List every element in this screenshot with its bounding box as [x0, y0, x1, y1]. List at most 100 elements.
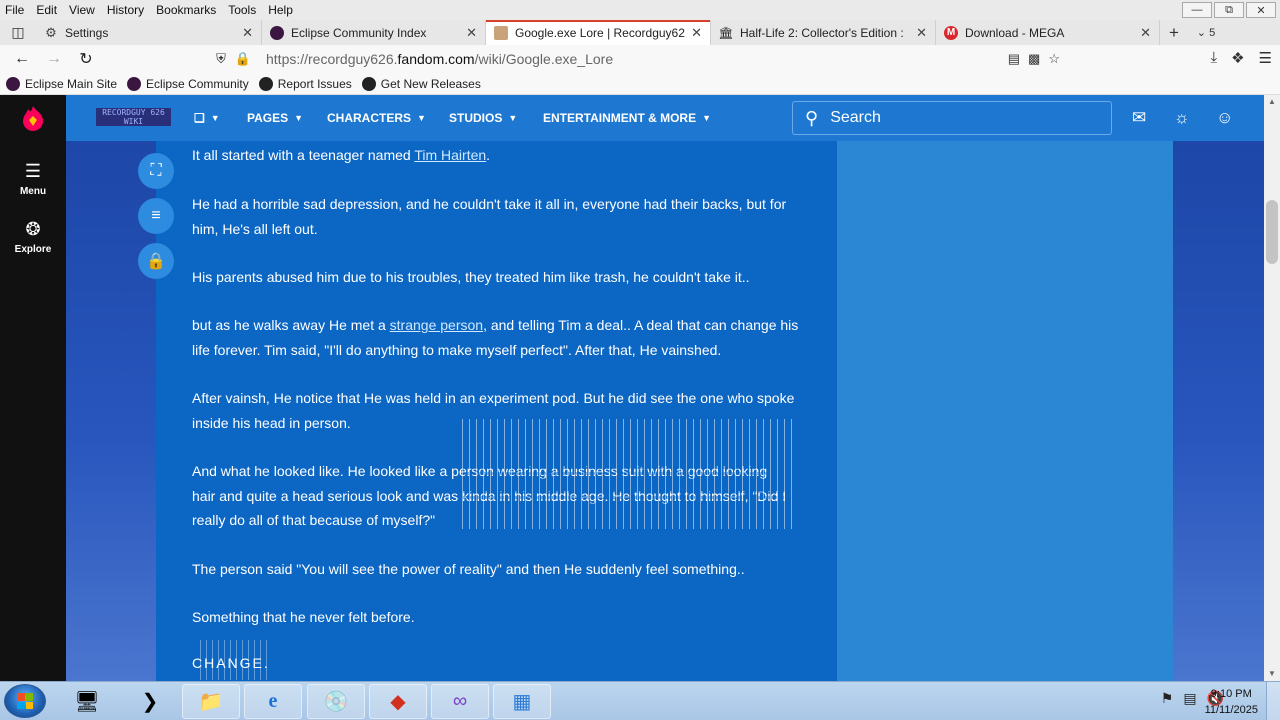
app-grid-icon[interactable]: ▦	[493, 684, 551, 719]
reload-button[interactable]: ↻	[70, 45, 102, 73]
wiki-search-input[interactable]: ⚲ Search	[792, 101, 1112, 135]
fandom-page-icon	[494, 25, 508, 40]
close-window-button[interactable]: ✕	[1246, 2, 1276, 18]
nav-entertainment[interactable]: ENTERTAINMENT & MORE ▼	[543, 95, 711, 141]
tab-settings[interactable]: ⚙ Settings ✕	[36, 20, 262, 45]
archive-icon: 🏛	[718, 25, 734, 40]
windows-taskbar: 🖥 ❯ 📁 e 💿 ◆ ∞ ▦ ⚑ ▤ 🔇 9:10 PM 11/11/2025	[0, 681, 1280, 720]
new-tab-button[interactable]: +	[1160, 23, 1188, 43]
menu-bookmarks[interactable]: Bookmarks	[155, 3, 217, 17]
tab-half-life-2[interactable]: 🏛 Half-Life 2: Collector's Edition : ✕	[711, 20, 936, 45]
nav-studios[interactable]: STUDIOS ▼	[449, 95, 517, 141]
minimize-button[interactable]: —	[1182, 2, 1212, 18]
tab-eclipse-community-index[interactable]: Eclipse Community Index ✕	[262, 20, 486, 45]
hamburger-icon: ☰	[24, 161, 42, 181]
taskbar-clock[interactable]: 9:10 PM 11/11/2025	[1205, 686, 1258, 718]
tab-mega-download[interactable]: M Download - MEGA ✕	[936, 20, 1160, 45]
server-manager-icon[interactable]: 🖥	[58, 684, 116, 719]
app-red-icon[interactable]: ◆	[369, 684, 427, 719]
page-scrollbar[interactable]: ▲ ▼	[1264, 95, 1280, 681]
downloads-icon[interactable]: ⤓	[1210, 49, 1217, 67]
pocket-icon[interactable]: ▩	[1028, 51, 1040, 67]
close-tab-icon[interactable]: ✕	[916, 25, 927, 41]
forward-button[interactable]: →	[38, 45, 70, 73]
start-button[interactable]	[4, 684, 46, 718]
bookmark-eclipse-community[interactable]: Eclipse Community	[127, 76, 249, 91]
chevron-down-icon: ▼	[210, 113, 220, 123]
shield-icon[interactable]: ⛨	[212, 50, 230, 68]
menu-tools[interactable]: Tools	[227, 3, 257, 17]
visual-studio-icon[interactable]: ∞	[431, 684, 489, 719]
scrollbar-thumb[interactable]	[1266, 200, 1278, 264]
wiki-home-menu[interactable]: ❏ ▼	[194, 95, 220, 141]
bookmark-label: Eclipse Main Site	[25, 76, 118, 91]
link-tim-hairten[interactable]: Tim Hairten	[414, 147, 486, 163]
mega-icon: M	[944, 25, 958, 40]
eclipse-icon	[6, 76, 20, 91]
close-tab-icon[interactable]: ✕	[466, 25, 477, 41]
text: It all started with a teenager named	[192, 147, 415, 163]
navigation-bar: ← → ↻ ⛨ 🔒 https://recordguy626.fandom.co…	[0, 45, 1280, 73]
tab-overview-icon[interactable]: ◫	[0, 20, 36, 45]
bookmark-label: Eclipse Community	[146, 76, 249, 91]
user-account-icon[interactable]: ☺	[1216, 108, 1233, 128]
table-of-contents-icon[interactable]: ≡	[138, 198, 174, 234]
tab-google-exe-lore[interactable]: Google.exe Lore | Recordguy626 ✕	[486, 20, 711, 45]
tab-title: Eclipse Community Index	[291, 25, 427, 40]
menu-help[interactable]: Help	[267, 3, 294, 17]
menu-file[interactable]: File	[4, 3, 25, 17]
url-bar[interactable]: ⛨ 🔒 https://recordguy626.fandom.com/wiki…	[212, 47, 1068, 71]
restore-button[interactable]: ⧉	[1214, 2, 1244, 18]
github-icon	[258, 76, 273, 91]
paragraph: Something that he never felt before.	[192, 609, 415, 625]
internet-explorer-icon[interactable]: e	[244, 684, 302, 719]
menu-edit[interactable]: Edit	[35, 3, 58, 17]
tab-list-button[interactable]: ⌄ 5	[1188, 26, 1224, 39]
discussions-icon[interactable]: ✉	[1132, 108, 1146, 128]
rail-explore-button[interactable]: ❂ Explore	[0, 219, 66, 255]
media-player-icon[interactable]: 💿	[307, 684, 365, 719]
bookmarks-toolbar: Eclipse Main Site Eclipse Community Repo…	[0, 73, 1280, 95]
bookmark-eclipse-main-site[interactable]: Eclipse Main Site	[6, 76, 118, 91]
menu-view[interactable]: View	[68, 3, 96, 17]
windows-logo-icon	[17, 693, 33, 709]
tab-count: 5	[1209, 27, 1216, 39]
close-tab-icon[interactable]: ✕	[242, 25, 253, 41]
clock-date: 11/11/2025	[1204, 704, 1258, 716]
scroll-down-icon[interactable]: ▼	[1264, 667, 1280, 681]
close-tab-icon[interactable]: ✕	[691, 25, 702, 41]
expand-icon[interactable]: ⛶	[138, 153, 174, 189]
back-button[interactable]: ←	[6, 45, 38, 73]
bookmark-report-issues[interactable]: Report Issues	[258, 76, 352, 91]
nav-characters[interactable]: CHARACTERS ▼	[327, 95, 426, 141]
lock-icon[interactable]: 🔒	[234, 50, 252, 68]
action-center-flag-icon[interactable]: ⚑	[1161, 690, 1174, 707]
file-explorer-icon[interactable]: 📁	[182, 684, 240, 719]
bookmark-get-new-releases[interactable]: Get New Releases	[361, 76, 481, 91]
link-strange-person[interactable]: strange person	[390, 317, 483, 333]
menu-bar: File Edit View History Bookmarks Tools H…	[0, 0, 1280, 20]
wiki-logo[interactable]: RECORDGUY 626 WIKI	[96, 108, 171, 126]
scroll-up-icon[interactable]: ▲	[1264, 95, 1280, 109]
nav-pages[interactable]: PAGES ▼	[247, 95, 303, 141]
eclipse-icon	[127, 76, 142, 91]
url-text[interactable]: https://recordguy626.fandom.com/wiki/Goo…	[266, 51, 613, 67]
bookmark-label: Report Issues	[277, 76, 352, 91]
show-desktop-button[interactable]	[1266, 682, 1280, 720]
nav-label: CHARACTERS	[327, 111, 411, 125]
powershell-icon[interactable]: ❯	[121, 684, 179, 719]
lock-icon[interactable]: 🔒	[138, 243, 174, 279]
menu-history[interactable]: History	[106, 3, 145, 17]
app-menu-icon[interactable]: ☰	[1259, 49, 1272, 67]
rail-menu-button[interactable]: ☰ Menu	[0, 161, 66, 197]
reader-view-icon[interactable]: ▤	[1008, 51, 1020, 67]
close-tab-icon[interactable]: ✕	[1140, 25, 1151, 41]
fandom-logo-icon[interactable]	[19, 104, 47, 132]
theme-toggle-icon[interactable]: ☼	[1174, 108, 1190, 128]
network-icon[interactable]: ▤	[1183, 690, 1196, 707]
bookmark-star-icon[interactable]: ☆	[1048, 51, 1060, 67]
text: but as he walks away He met a	[192, 317, 390, 333]
extensions-icon[interactable]: ❖	[1231, 49, 1244, 67]
url-prefix: https://recordguy626.	[266, 51, 398, 67]
paragraph: but as he walks away He met a strange pe…	[192, 313, 804, 362]
